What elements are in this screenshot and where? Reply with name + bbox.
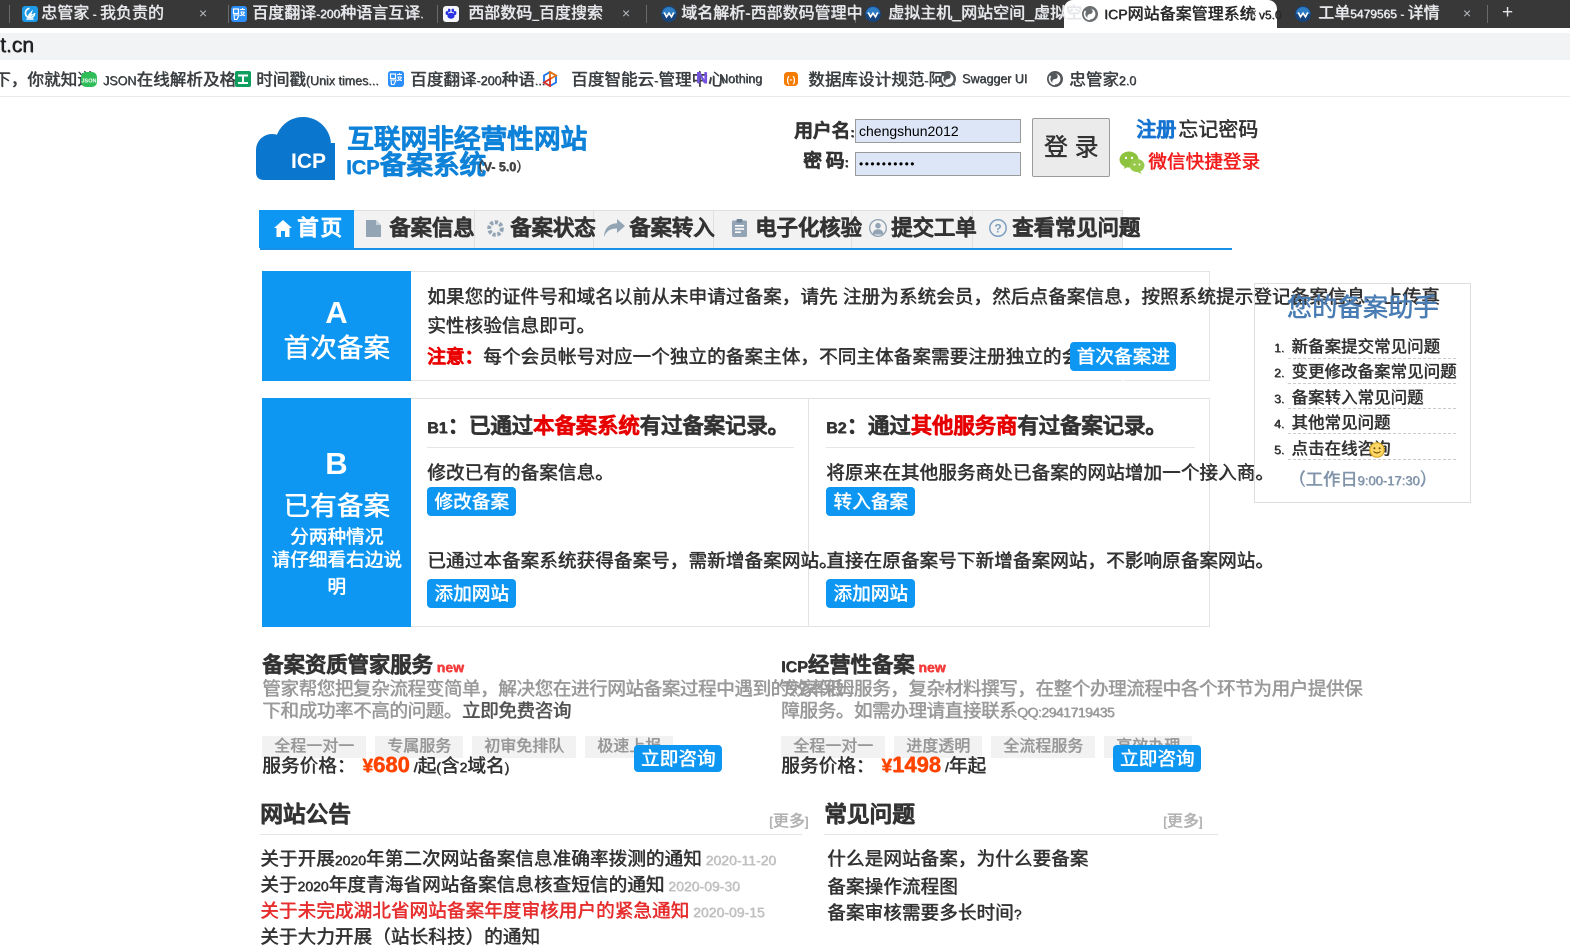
svg-text:?: ? bbox=[994, 221, 1001, 235]
svg-text:JSON: JSON bbox=[82, 79, 97, 85]
svg-text:ICP: ICP bbox=[291, 150, 326, 173]
svg-text:(-): (-) bbox=[787, 75, 796, 85]
